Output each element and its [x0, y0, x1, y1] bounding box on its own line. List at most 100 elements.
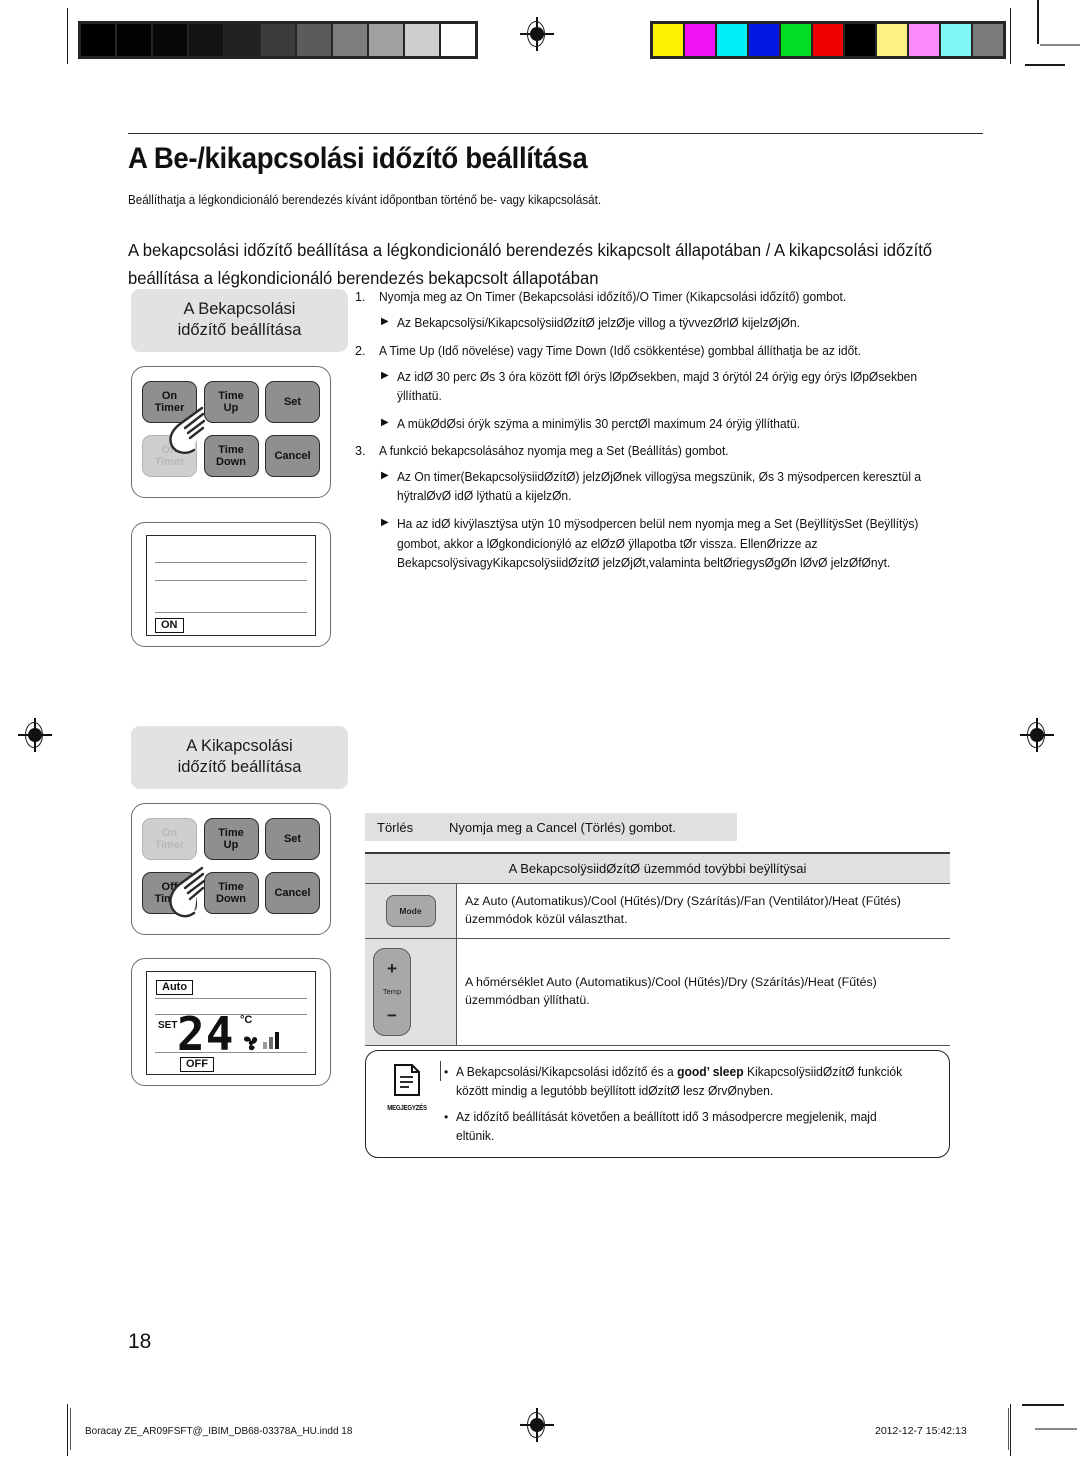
key-on-timer-2[interactable]: On Timer — [142, 818, 197, 860]
gray-swatch-6 — [297, 24, 331, 56]
step-2-bullet-1: ▶ Az idØ 30 perc Øs 3 óra között fØl órÿ… — [381, 368, 965, 406]
color-calibration-bar — [650, 21, 1006, 59]
key-set-label: Set — [283, 395, 302, 408]
note-item-1: • A Bekapcsolási/Kikapcsolási időzítő és… — [444, 1063, 935, 1101]
footer-frame-left — [70, 1408, 71, 1450]
key-on-timer-line1: On — [161, 389, 178, 402]
lcd-auto-mode-indicator: Auto — [156, 980, 194, 995]
step-1-number: 1. — [355, 290, 366, 304]
key-time-up[interactable]: Time Up — [203, 381, 259, 423]
lcd-temperature-unit: °C — [240, 1014, 253, 1026]
key-time-down-2-line1: Time — [218, 880, 244, 893]
crop-mark-tr-corner-h — [1040, 44, 1080, 46]
cancel-strip-label: Törlés — [377, 819, 414, 835]
bullet-triangle-icon: ▶ — [381, 315, 389, 327]
footer-timestamp: 2012-12-7 15:42:13 — [875, 1425, 967, 1437]
off-timer-heading-pill: A Kikapcsolási időzítő beállítása — [131, 726, 348, 790]
key-off-timer-2-line2: Timer — [154, 893, 185, 905]
registration-mark-right — [1020, 718, 1054, 752]
step-3-text: A funkció bekapcsolásához nyomja meg a S… — [379, 444, 729, 459]
table-row-temp: + Temp − A hőmérséklet Auto (Automatikus… — [365, 938, 950, 1046]
key-time-up-2[interactable]: Time Up — [203, 818, 259, 860]
step-3-number: 3. — [355, 444, 366, 459]
temp-button-cell: + Temp − — [365, 938, 457, 1046]
crop-mark-top-left-v — [67, 8, 68, 64]
additional-settings-table: A BekapcsolÿsiidØzítØ üzemmód tovÿbbi be… — [365, 852, 950, 1046]
key-off-timer[interactable]: Off Timer — [142, 435, 197, 477]
lcd-divider-3 — [155, 612, 307, 614]
color-swatch-9 — [941, 24, 971, 56]
step-2-bullet-1-text: Az idØ 30 perc Øs 3 óra között fØl órÿs … — [397, 369, 918, 404]
page-number: 18 — [128, 1330, 152, 1353]
crop-mark-br-corner-h — [1022, 1404, 1064, 1406]
temp-button-icon[interactable]: + Temp − — [373, 947, 411, 1036]
key-cancel[interactable]: Cancel — [265, 435, 320, 477]
off-timer-lcd: Auto SET 24 °C OFF — [146, 971, 316, 1075]
step-2-bullet-2-text: A mükØdØsi órÿk szÿma a minimÿlis 30 per… — [397, 417, 801, 432]
key-off-timer-line1: Off — [161, 443, 178, 456]
color-swatch-4 — [781, 24, 811, 56]
table-header-row: A BekapcsolÿsiidØzítØ üzemmód tovÿbbi be… — [365, 852, 950, 884]
temp-row-text: A hőmérséklet Auto (Automatikus)/Cool (H… — [456, 938, 950, 1046]
bullet-triangle-icon: ▶ — [381, 470, 389, 482]
color-swatch-5 — [813, 24, 843, 56]
step-3-bullet-2-text: Ha az idØ kivÿlasztÿsa utÿn 10 mÿsodperc… — [397, 517, 919, 570]
note-bullet-dot: • — [444, 1109, 449, 1124]
crop-mark-br-corner-h2 — [1035, 1428, 1077, 1430]
note-item-1-bold: good’ sleep — [677, 1065, 744, 1079]
color-swatch-1 — [685, 24, 715, 56]
off-timer-heading-line1: A Kikapcsolási — [186, 737, 293, 755]
mode-button-icon[interactable]: Mode — [385, 894, 436, 927]
key-set-2[interactable]: Set — [265, 818, 320, 860]
key-on-timer[interactable]: On Timer — [142, 381, 197, 423]
temp-minus-label: − — [387, 1005, 397, 1025]
temp-plus-label: + — [387, 959, 397, 979]
bullet-triangle-icon: ▶ — [381, 369, 389, 381]
cancel-strip-text: Nyomja meg a Cancel (Törlés) gombot. — [449, 819, 676, 835]
key-time-up-line1: Time — [218, 389, 244, 402]
step-1-bullet-1: ▶ Az Bekapcsolÿsi/KikapcsolÿsiidØzítØ je… — [381, 314, 965, 333]
crop-mark-bottom-left-v — [67, 1404, 68, 1456]
on-timer-heading-line2: időzítő beállítása — [177, 320, 302, 339]
key-on-timer-2-line2: Timer — [154, 839, 185, 851]
registration-mark-left — [18, 718, 52, 752]
crop-mark-tr-corner-v — [1037, 0, 1039, 44]
note-divider — [440, 1061, 442, 1081]
crop-mark-top-right-v — [1010, 8, 1011, 64]
key-time-down-2-line2: Down — [216, 893, 246, 905]
color-swatch-6 — [845, 24, 875, 56]
section-subheading: A bekapcsolási időzítő beállítása a légk… — [128, 239, 933, 288]
key-cancel-2[interactable]: Cancel — [265, 872, 320, 914]
key-cancel-label: Cancel — [274, 449, 311, 462]
color-swatch-3 — [749, 24, 779, 56]
step-1: 1. Nyomja meg az On Timer (Bekapcsolási … — [355, 289, 965, 307]
key-off-timer-2[interactable]: Off Timer — [142, 872, 197, 914]
gray-swatch-3 — [189, 24, 223, 56]
gray-swatch-2 — [153, 24, 187, 56]
lcd-divider-1 — [155, 562, 307, 564]
gray-swatch-4 — [225, 24, 259, 56]
note-item-1-pre: A Bekapcsolási/Kikapcsolási időzítő és a — [456, 1065, 678, 1079]
key-time-down[interactable]: Time Down — [203, 435, 259, 477]
gray-swatch-1 — [117, 24, 151, 56]
note-icon-label: MEGJEGYZÉS — [387, 1103, 427, 1112]
gray-swatch-9 — [405, 24, 439, 56]
key-set[interactable]: Set — [265, 381, 320, 423]
mode-button-cell: Mode — [365, 883, 457, 939]
registration-mark-top-center — [520, 17, 554, 51]
cancel-instruction-strip: Törlés Nyomja meg a Cancel (Törlés) gomb… — [365, 813, 737, 841]
off-timer-display-panel: Auto SET 24 °C OFF — [131, 958, 331, 1086]
mode-row-text: Az Auto (Automatikus)/Cool (Hűtés)/Dry (… — [456, 883, 950, 939]
on-timer-heading-line1: A Bekapcsolási — [183, 300, 296, 318]
crop-mark-tr-corner-h2 — [1025, 64, 1065, 66]
step-3: 3. A funkció bekapcsolásához nyomja meg … — [355, 443, 965, 461]
table-row-mode: Mode Az Auto (Automatikus)/Cool (Hűtés)/… — [365, 883, 950, 939]
key-set-2-label: Set — [283, 832, 302, 845]
note-item-1-text: A Bekapcsolási/Kikapcsolási időzítő és a… — [456, 1063, 916, 1101]
on-timer-display-panel: ON — [131, 522, 331, 647]
document-note-icon — [394, 1064, 420, 1096]
key-time-up-2-line2: Up — [223, 839, 239, 851]
step-2-number: 2. — [355, 344, 366, 359]
key-time-down-2[interactable]: Time Down — [203, 872, 259, 914]
gray-swatch-0 — [81, 24, 115, 56]
